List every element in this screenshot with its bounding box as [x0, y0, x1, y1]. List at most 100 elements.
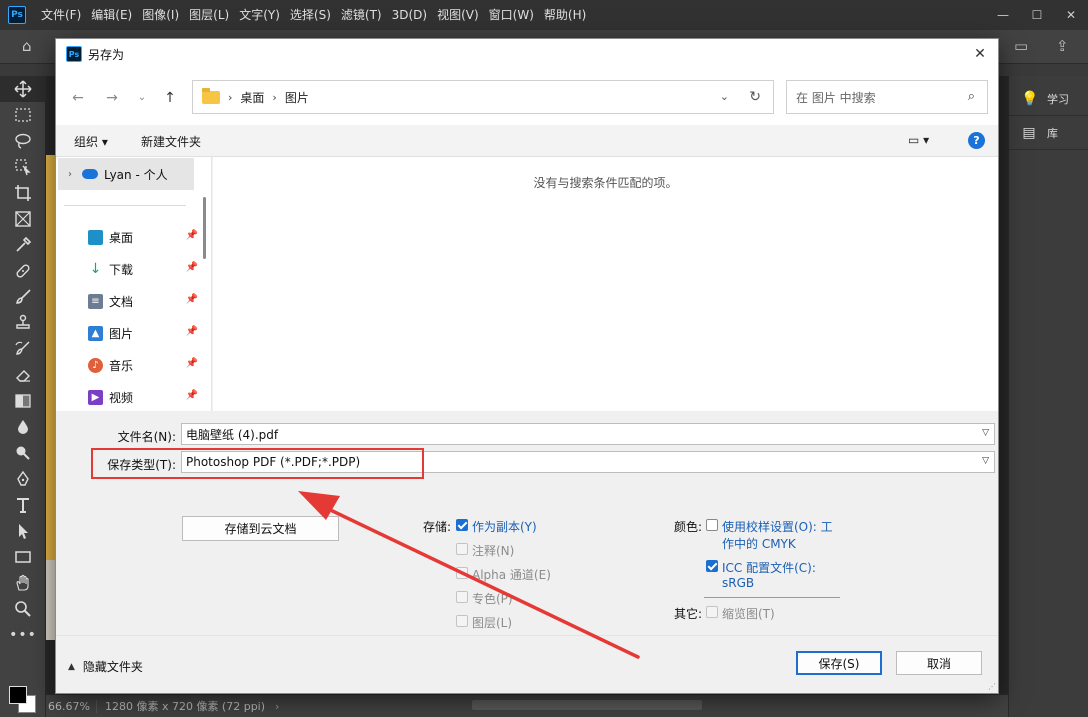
- chevron-up-icon: ▲: [68, 661, 75, 672]
- pin-icon[interactable]: 📌: [186, 326, 198, 337]
- menu-select[interactable]: 选择(S): [285, 0, 336, 30]
- rectangle-tool-icon[interactable]: [0, 544, 46, 570]
- status-arrow-icon[interactable]: ›: [275, 700, 279, 713]
- menu-view[interactable]: 视图(V): [432, 0, 484, 30]
- menu-filter[interactable]: 滤镜(T): [336, 0, 387, 30]
- menu-3d[interactable]: 3D(D): [387, 0, 432, 30]
- alpha-checkbox: [456, 567, 468, 579]
- search-placeholder: 在 图片 中搜索: [796, 90, 876, 105]
- breadcrumb-desktop[interactable]: 桌面: [240, 89, 264, 106]
- zoom-tool-icon[interactable]: [0, 596, 46, 622]
- clone-stamp-tool-icon[interactable]: [0, 310, 46, 336]
- as-copy-label[interactable]: 作为副本(Y): [472, 518, 537, 535]
- chevron-down-icon[interactable]: ▽: [982, 428, 989, 438]
- type-tool-icon[interactable]: [0, 492, 46, 518]
- nav-item-documents[interactable]: ≡ 文档 📌: [88, 289, 198, 313]
- menu-window[interactable]: 窗口(W): [484, 0, 539, 30]
- nav-item-videos[interactable]: ▶ 视频 📌: [88, 385, 198, 409]
- crop-tool-icon[interactable]: [0, 180, 46, 206]
- organize-button[interactable]: 组织 ▾: [74, 133, 108, 150]
- save-to-cloud-button[interactable]: 存储到云文档: [182, 516, 339, 541]
- chevron-down-icon[interactable]: ▽: [982, 456, 989, 466]
- file-list[interactable]: 没有与搜索条件匹配的项。: [213, 157, 998, 411]
- new-folder-button[interactable]: 新建文件夹: [141, 133, 201, 150]
- pin-icon[interactable]: 📌: [186, 262, 198, 273]
- move-tool-icon[interactable]: [0, 76, 46, 102]
- home-icon[interactable]: ⌂: [22, 38, 40, 54]
- pen-tool-icon[interactable]: [0, 466, 46, 492]
- breadcrumb-pictures[interactable]: 图片: [285, 89, 309, 106]
- eraser-tool-icon[interactable]: [0, 362, 46, 388]
- icc-profile-label[interactable]: ICC 配置文件(C):: [722, 559, 816, 576]
- pin-icon[interactable]: 📌: [186, 390, 198, 401]
- refresh-icon[interactable]: ↻: [749, 89, 761, 105]
- menu-layer[interactable]: 图层(L): [184, 0, 234, 30]
- menu-image[interactable]: 图像(I): [137, 0, 184, 30]
- path-select-tool-icon[interactable]: [0, 518, 46, 544]
- filename-label: 文件名(N):: [117, 430, 176, 444]
- cancel-button[interactable]: 取消: [896, 651, 982, 675]
- marquee-tool-icon[interactable]: [0, 102, 46, 128]
- history-brush-tool-icon[interactable]: [0, 336, 46, 362]
- foreground-color-swatch[interactable]: [9, 686, 27, 704]
- nav-pane-scrollbar[interactable]: [203, 197, 206, 259]
- nav-item-desktop[interactable]: 桌面 📌: [88, 225, 198, 249]
- lasso-tool-icon[interactable]: [0, 128, 46, 154]
- view-options-icon[interactable]: ▭ ▾: [908, 133, 929, 147]
- blur-tool-icon[interactable]: [0, 414, 46, 440]
- dodge-tool-icon[interactable]: [0, 440, 46, 466]
- empty-message: 没有与搜索条件匹配的项。: [533, 176, 678, 190]
- brush-tool-icon[interactable]: [0, 284, 46, 310]
- object-select-tool-icon[interactable]: [0, 154, 46, 180]
- minimize-icon[interactable]: —: [986, 0, 1020, 30]
- chevron-down-icon[interactable]: ⌄: [720, 90, 729, 103]
- up-arrow-icon[interactable]: ↑: [160, 89, 180, 107]
- chevron-right-icon[interactable]: ›: [68, 169, 72, 180]
- proof-setup-checkbox[interactable]: [706, 519, 718, 531]
- filename-input[interactable]: 电脑壁纸 (4).pdf ▽: [181, 423, 995, 445]
- pin-icon[interactable]: 📌: [186, 230, 198, 241]
- address-bar[interactable]: › 桌面 › 图片 ⌄ ↻: [192, 80, 774, 114]
- share-icon[interactable]: ⇪: [1056, 37, 1069, 55]
- proof-setup-label[interactable]: 使用校样设置(O): 工: [722, 518, 833, 535]
- close-icon[interactable]: ✕: [968, 43, 992, 65]
- forward-arrow-icon[interactable]: →: [102, 89, 122, 107]
- icc-profile-checkbox[interactable]: [706, 560, 718, 572]
- search-input[interactable]: 在 图片 中搜索 ⌕: [786, 80, 988, 114]
- more-tools-icon[interactable]: •••: [0, 622, 46, 648]
- help-icon[interactable]: ?: [968, 132, 985, 149]
- save-button[interactable]: 保存(S): [796, 651, 882, 675]
- horizontal-scrollbar[interactable]: [472, 700, 702, 710]
- frame-tool-icon[interactable]: [0, 206, 46, 232]
- eyedropper-tool-icon[interactable]: [0, 232, 46, 258]
- nav-item-pictures[interactable]: ▲ 图片 📌: [88, 321, 198, 345]
- close-window-icon[interactable]: ✕: [1054, 0, 1088, 30]
- search-icon[interactable]: ⌕: [968, 89, 975, 104]
- menu-file[interactable]: 文件(F): [36, 0, 86, 30]
- workspace-icon[interactable]: ▭: [1014, 37, 1028, 55]
- panel-learn[interactable]: 💡 学习: [1009, 82, 1088, 116]
- nav-item-music[interactable]: ♪ 音乐 📌: [88, 353, 198, 377]
- resize-grip-icon[interactable]: ⋰: [988, 682, 996, 691]
- healing-brush-tool-icon[interactable]: [0, 258, 46, 284]
- video-icon: ▶: [88, 389, 103, 405]
- gradient-tool-icon[interactable]: [0, 388, 46, 414]
- nav-item-downloads[interactable]: ↓ 下载 📌: [88, 257, 198, 281]
- pin-icon[interactable]: 📌: [186, 358, 198, 369]
- as-copy-checkbox[interactable]: [456, 519, 468, 531]
- back-arrow-icon[interactable]: ←: [68, 89, 88, 107]
- hide-folders-toggle[interactable]: ▲ 隐藏文件夹: [68, 658, 143, 675]
- ps-toolbar: •••: [0, 76, 46, 717]
- recent-dropdown-icon[interactable]: ⌄: [132, 89, 152, 107]
- onedrive-item[interactable]: › Lyan - 个人: [58, 158, 194, 190]
- menu-type[interactable]: 文字(Y): [234, 0, 285, 30]
- pin-icon[interactable]: 📌: [186, 294, 198, 305]
- hand-tool-icon[interactable]: [0, 570, 46, 596]
- menu-edit[interactable]: 编辑(E): [86, 0, 137, 30]
- maximize-icon[interactable]: ☐: [1020, 0, 1054, 30]
- panel-libraries[interactable]: ▤ 库: [1009, 116, 1088, 150]
- zoom-level[interactable]: 66.67%: [46, 699, 97, 713]
- proof-setup-label-line2[interactable]: 作中的 CMYK: [722, 535, 796, 552]
- menu-help[interactable]: 帮助(H): [539, 0, 591, 30]
- nav-item-label: 文档: [109, 294, 134, 309]
